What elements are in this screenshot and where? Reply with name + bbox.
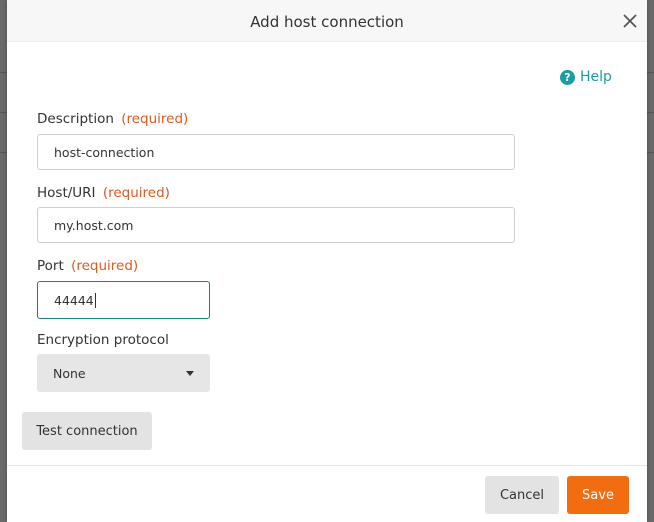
test-connection-button[interactable]: Test connection xyxy=(22,412,152,450)
required-indicator: (required) xyxy=(121,111,189,127)
dialog-title: Add host connection xyxy=(250,13,404,31)
required-indicator: (required) xyxy=(71,258,139,274)
description-value: host-connection xyxy=(54,144,155,160)
port-label: Port (required) xyxy=(37,258,138,274)
encryption-protocol-label-text: Encryption protocol xyxy=(37,332,169,348)
port-value: 44444 xyxy=(54,292,94,308)
background-divider xyxy=(646,72,654,73)
encryption-protocol-select[interactable]: None xyxy=(37,354,210,392)
host-uri-value: my.host.com xyxy=(54,217,134,233)
description-input[interactable]: host-connection xyxy=(37,134,515,170)
help-label: Help xyxy=(580,69,612,85)
encryption-protocol-label: Encryption protocol xyxy=(37,332,169,348)
add-host-connection-dialog: Add host connection ? Help Description (… xyxy=(7,0,647,522)
port-label-text: Port xyxy=(37,258,64,274)
host-uri-input[interactable]: my.host.com xyxy=(37,207,515,243)
description-label: Description (required) xyxy=(37,111,188,127)
help-link[interactable]: ? Help xyxy=(560,69,612,85)
background-divider xyxy=(646,152,654,153)
host-uri-label: Host/URI (required) xyxy=(37,185,170,201)
close-button[interactable] xyxy=(621,12,639,30)
footer-divider xyxy=(7,465,647,466)
background-divider xyxy=(646,112,654,113)
description-label-text: Description xyxy=(37,111,114,127)
caret-down-icon xyxy=(186,370,194,376)
close-icon xyxy=(623,14,637,28)
save-button[interactable]: Save xyxy=(567,476,629,514)
dialog-header: Add host connection xyxy=(7,0,647,42)
host-uri-label-text: Host/URI xyxy=(37,185,96,201)
cancel-button[interactable]: Cancel xyxy=(485,476,559,514)
encryption-protocol-value: None xyxy=(53,365,86,381)
port-input[interactable]: 44444 xyxy=(37,281,210,319)
text-cursor xyxy=(94,292,96,308)
required-indicator: (required) xyxy=(102,185,170,201)
question-circle-icon: ? xyxy=(560,69,575,85)
